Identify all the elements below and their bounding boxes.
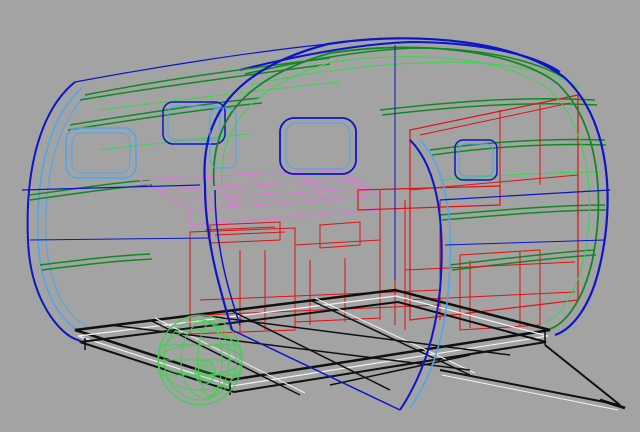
trailer-chassis	[74, 288, 626, 411]
shell-near-profile	[21, 37, 611, 411]
cad-wireframe-viewport[interactable]	[0, 0, 640, 432]
door-window	[279, 117, 357, 175]
wireframe-canvas	[21, 37, 626, 411]
shell-roof-ribs	[29, 40, 607, 271]
wheel	[157, 314, 243, 406]
bed-platform	[138, 169, 382, 226]
